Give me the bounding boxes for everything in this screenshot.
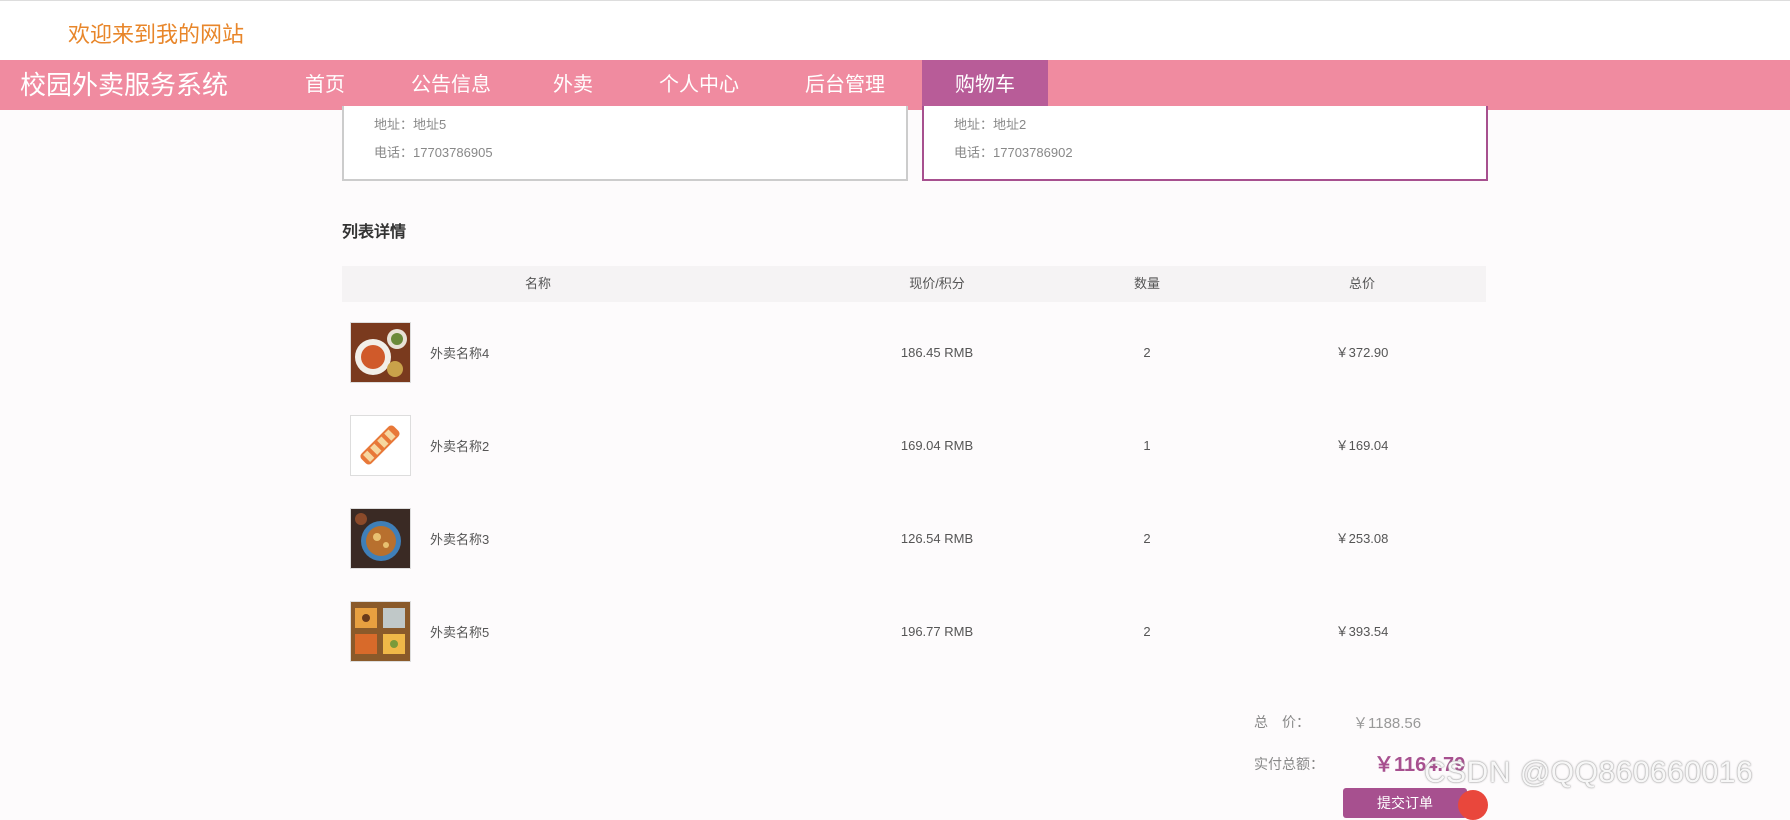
- table-row: 外卖名称4 186.45 RMB 2 ￥372.90: [342, 311, 1486, 404]
- item-name[interactable]: 外卖名称5: [430, 590, 489, 674]
- main-nav: 校园外卖服务系统 首页 公告信息 外卖 个人中心 后台管理 购物车: [0, 60, 1790, 110]
- column-header-qty: 数量: [1133, 276, 1160, 291]
- item-price: 186.45 RMB: [900, 345, 974, 360]
- column-header-price: 现价/积分: [909, 276, 965, 291]
- table-row: 外卖名称3 126.54 RMB 2 ￥253.08: [342, 497, 1486, 590]
- item-total: ￥253.08: [1335, 531, 1389, 546]
- item-qty: 1: [1143, 438, 1151, 453]
- food-dish-icon[interactable]: [350, 322, 411, 383]
- top-header: 欢迎来到我的网站: [0, 0, 1790, 61]
- item-total: ￥169.04: [1335, 438, 1389, 453]
- table-row: 外卖名称5 196.77 RMB 2 ￥393.54: [342, 590, 1486, 683]
- total-price-value: ￥1188.56: [1353, 715, 1422, 732]
- address-card[interactable]: 地址：地址5 电话：17703786905: [342, 106, 908, 181]
- item-name[interactable]: 外卖名称4: [430, 311, 489, 395]
- table-row: 外卖名称2 169.04 RMB 1 ￥169.04: [342, 404, 1486, 497]
- nav-item-takeout[interactable]: 外卖: [553, 60, 593, 110]
- submit-order-button[interactable]: 提交订单: [1343, 788, 1467, 818]
- column-header-name: 名称: [524, 276, 551, 291]
- column-header-total: 总价: [1348, 276, 1375, 291]
- item-total: ￥372.90: [1335, 345, 1389, 360]
- item-qty: 2: [1143, 531, 1151, 546]
- item-price: 169.04 RMB: [900, 438, 974, 453]
- item-price: 196.77 RMB: [900, 624, 974, 639]
- phone-line: 电话：17703786902: [954, 145, 1073, 160]
- nav-item-personal-center[interactable]: 个人中心: [659, 60, 739, 110]
- nav-item-announcements[interactable]: 公告信息: [411, 60, 491, 110]
- item-qty: 2: [1143, 624, 1151, 639]
- food-platter-icon[interactable]: [350, 601, 411, 662]
- item-name[interactable]: 外卖名称2: [430, 404, 489, 488]
- item-qty: 2: [1143, 345, 1151, 360]
- noodle-bowl-icon[interactable]: [350, 508, 411, 569]
- pay-total-label: 实付总额：: [1254, 756, 1324, 772]
- address-line: 地址：地址5: [374, 117, 447, 132]
- welcome-text: 欢迎来到我的网站: [68, 22, 245, 47]
- item-price: 126.54 RMB: [900, 531, 974, 546]
- float-badge-icon[interactable]: [1458, 790, 1488, 820]
- table-header: 名称 现价/积分 数量 总价: [342, 266, 1486, 302]
- nav-item-admin[interactable]: 后台管理: [805, 60, 885, 110]
- item-total: ￥393.54: [1335, 624, 1389, 639]
- watermark-text: CSDN @QQ860660016: [1424, 756, 1754, 789]
- site-brand[interactable]: 校园外卖服务系统: [20, 60, 228, 110]
- nav-item-cart[interactable]: 购物车: [922, 60, 1048, 110]
- phone-line: 电话：17703786905: [374, 145, 493, 160]
- total-price-label: 总 价：: [1254, 714, 1310, 730]
- item-name[interactable]: 外卖名称3: [430, 497, 489, 581]
- address-card-selected[interactable]: 地址：地址2 电话：17703786902: [922, 106, 1488, 181]
- nav-item-home[interactable]: 首页: [305, 60, 345, 110]
- sushi-roll-icon[interactable]: [350, 415, 411, 476]
- list-title: 列表详情: [342, 224, 407, 241]
- address-line: 地址：地址2: [954, 117, 1027, 132]
